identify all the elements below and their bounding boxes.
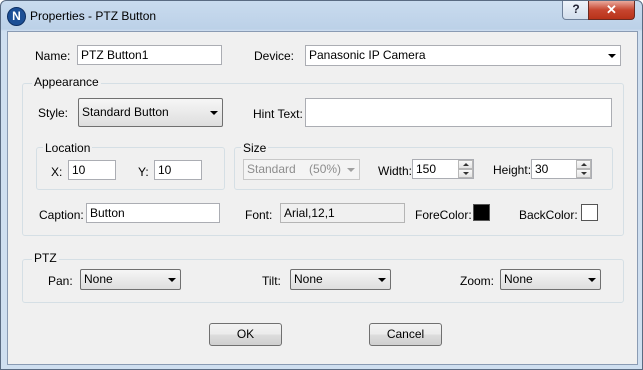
size-group-label: Size — [241, 141, 269, 155]
window-title: Properties - PTZ Button — [30, 9, 157, 23]
height-value: 30 — [535, 162, 549, 176]
app-icon[interactable]: N — [7, 7, 26, 26]
tilt-label: Tilt: — [262, 274, 281, 288]
width-label: Width: — [378, 164, 413, 178]
forecolor-swatch[interactable] — [473, 204, 490, 221]
width-stepper[interactable]: 150 — [412, 159, 474, 179]
style-label: Style: — [38, 106, 69, 120]
pan-select[interactable]: None — [80, 269, 181, 290]
device-select[interactable]: Panasonic IP Camera — [305, 45, 621, 66]
spin-up-icon[interactable] — [458, 160, 473, 169]
dropdown-arrow-icon — [210, 111, 218, 115]
y-input[interactable]: 10 — [154, 160, 202, 180]
style-select-value: Standard Button — [82, 105, 169, 119]
close-button[interactable]: ✕ — [588, 1, 635, 20]
x-input[interactable]: 10 — [68, 160, 116, 180]
title-bar[interactable]: N Properties - PTZ Button ? ✕ — [1, 1, 642, 31]
name-input[interactable]: PTZ Button1 — [77, 45, 222, 65]
dropdown-arrow-icon — [347, 168, 355, 172]
dropdown-arrow-icon — [378, 278, 386, 282]
appearance-group-label: Appearance — [32, 75, 101, 89]
dialog-body: Name: PTZ Button1 Device: Panasonic IP C… — [7, 31, 638, 365]
height-stepper[interactable]: 30 — [531, 159, 592, 179]
hint-text-label: Hint Text: — [253, 107, 303, 121]
backcolor-label: BackColor: — [519, 208, 578, 222]
dropdown-arrow-icon — [608, 54, 616, 58]
device-label: Device: — [254, 49, 295, 63]
ok-button[interactable]: OK — [209, 323, 282, 346]
caption-input[interactable]: Button — [86, 203, 220, 223]
help-button[interactable]: ? — [562, 1, 590, 20]
ptz-group-label: PTZ — [32, 251, 59, 265]
size-preset-value: Standard (50%) — [247, 162, 342, 176]
tilt-select[interactable]: None — [290, 269, 391, 290]
spin-up-icon[interactable] — [576, 160, 591, 169]
cancel-button[interactable]: Cancel — [369, 323, 442, 346]
style-select[interactable]: Standard Button — [78, 98, 223, 127]
hint-text-input[interactable] — [305, 98, 612, 127]
device-select-value: Panasonic IP Camera — [309, 48, 426, 62]
spin-down-icon[interactable] — [576, 169, 591, 178]
pan-label: Pan: — [48, 274, 73, 288]
tilt-select-value: None — [294, 272, 323, 286]
size-preset-select[interactable]: Standard (50%) — [243, 159, 360, 180]
forecolor-label: ForeColor: — [415, 208, 472, 222]
spin-down-icon[interactable] — [458, 169, 473, 178]
y-label: Y: — [138, 165, 149, 179]
font-label: Font: — [245, 208, 273, 222]
help-icon: ? — [572, 2, 580, 16]
name-label: Name: — [35, 49, 71, 63]
dropdown-arrow-icon — [588, 278, 596, 282]
zoom-select[interactable]: None — [500, 269, 601, 290]
close-icon: ✕ — [606, 2, 617, 17]
backcolor-swatch[interactable] — [581, 204, 598, 221]
width-value: 150 — [416, 162, 437, 176]
font-field[interactable]: Arial,12,1 — [280, 203, 405, 223]
x-label: X: — [51, 165, 63, 179]
height-label: Height: — [493, 163, 532, 177]
pan-select-value: None — [84, 272, 113, 286]
zoom-label: Zoom: — [460, 274, 495, 288]
zoom-select-value: None — [504, 272, 533, 286]
location-group-label: Location — [43, 141, 93, 155]
properties-dialog: N Properties - PTZ Button ? ✕ Name: PTZ … — [0, 0, 643, 370]
caption-label: Caption: — [39, 208, 84, 222]
dropdown-arrow-icon — [168, 278, 176, 282]
